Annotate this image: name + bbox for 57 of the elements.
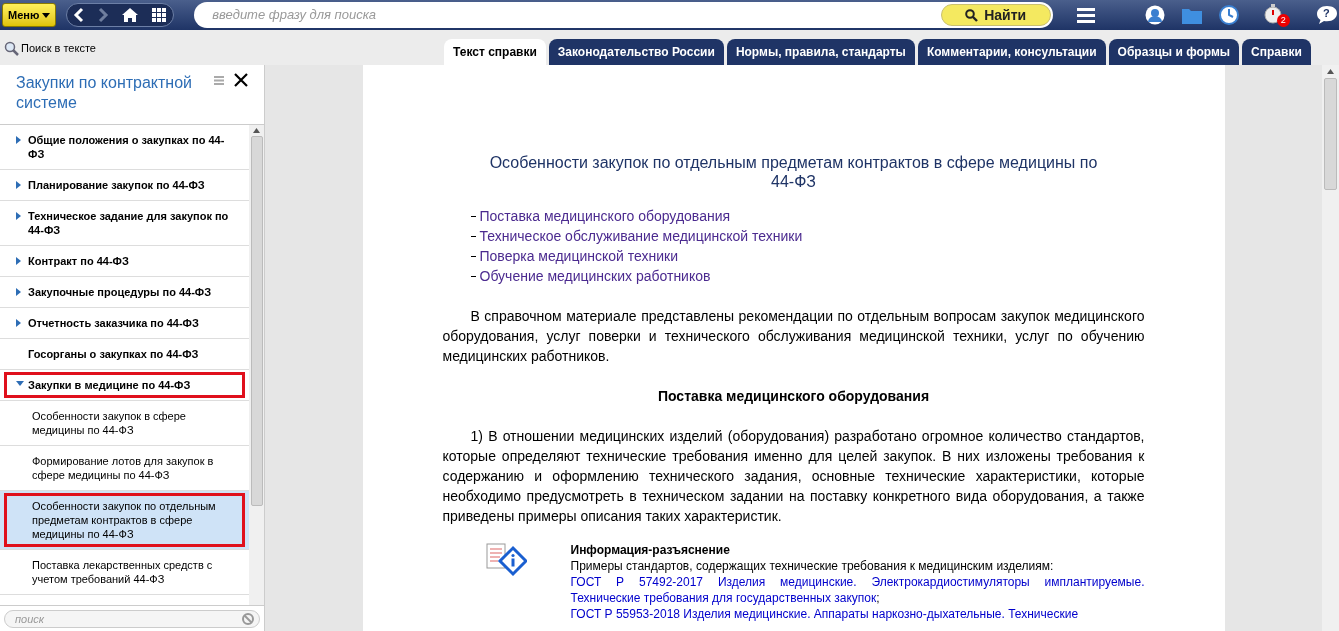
folder-icon[interactable] [1181, 6, 1202, 24]
list-dash [470, 276, 476, 277]
contents-link[interactable]: Техническое обслуживание медицинской техники [479, 226, 803, 246]
contents-link[interactable]: Поверка медицинской техники [479, 246, 678, 266]
tree-item[interactable]: Особенности закупок по отдельным предметам контрактов в сфере медицины по 44-ФЗ [0, 491, 249, 550]
back-icon[interactable] [73, 7, 86, 23]
tab[interactable]: Нормы, правила, стандарты [726, 39, 915, 65]
sidebar-search-field[interactable]: поиск [4, 609, 260, 628]
help-button[interactable]: ? [1315, 5, 1337, 25]
clear-icon[interactable] [242, 612, 254, 625]
tab[interactable]: Текст справки [444, 39, 546, 65]
tab[interactable]: Комментарии, консультации [917, 39, 1106, 65]
standard-link[interactable]: ГОСТ Р 57492-2017 Изделия медицинские. Электрокардиостимуляторы имплантируемые. Технические требования для государственных закупок; [570, 574, 1145, 606]
tab[interactable]: Образцы и формы [1108, 39, 1240, 65]
clock-icon[interactable] [1218, 5, 1239, 25]
expand-caret-icon[interactable] [16, 212, 21, 220]
home-icon[interactable] [121, 7, 140, 23]
body-paragraph: 1) В отношении медицинских изделий (оборудования) разработано огромное количество стандартов, которые определяют технические требования именно для целей закупок. В них изложены требования к содержанию и оформлению технического задания, основные технические характеристики, которые необходимо предусмотреть в техническом задании на поставку конкретного вида оборудования, а также приведены примеры описания таких характеристик. [442, 427, 1145, 526]
standard-link[interactable]: ГОСТ Р 55953-2018 Изделия медицинские. Аппараты наркозно-дыхательные. Технические [570, 606, 1145, 622]
expand-caret-icon[interactable] [16, 181, 21, 189]
user-icon[interactable] [1144, 5, 1165, 25]
expand-caret-icon[interactable] [16, 288, 21, 296]
caret-icon [42, 12, 51, 18]
search-field[interactable]: введите фразу для поиска Найти [194, 2, 1053, 28]
scroll-thumb[interactable] [1324, 78, 1337, 190]
scrollbar[interactable] [1322, 65, 1339, 631]
tab[interactable]: Справки [1242, 39, 1311, 65]
scroll-up-icon[interactable] [253, 128, 260, 133]
expand-caret-icon[interactable] [16, 319, 21, 327]
menu-button[interactable]: Меню [2, 3, 57, 27]
sidebar-title: Закупки по контрактной системе [16, 73, 193, 113]
search-icon [4, 40, 19, 56]
menu-icon[interactable] [1076, 7, 1095, 23]
scrollbar[interactable] [249, 125, 264, 605]
info-document-icon [484, 542, 527, 578]
expand-caret-icon[interactable] [16, 136, 21, 144]
list-dash [470, 256, 476, 257]
info-title: Информация-разъяснение [570, 542, 731, 558]
find-button[interactable]: Найти [940, 4, 1051, 26]
collapse-caret-icon[interactable] [16, 381, 24, 386]
close-icon[interactable] [234, 73, 248, 87]
contents-link[interactable]: Поставка медицинского оборудования [479, 206, 731, 226]
document-title: Особенности закупок по отдельным предметам контрактов в сфере медицины по 44-ФЗ [488, 153, 1099, 191]
expand-caret-icon[interactable] [16, 257, 21, 265]
list-dash [470, 236, 476, 237]
search-icon [965, 8, 979, 22]
info-text: Примеры стандартов, содержащих технические требования к медицинским изделиям: [570, 558, 1055, 574]
scroll-up-icon[interactable] [1327, 69, 1334, 74]
tree-item[interactable]: Закупки в медицине по 44-ФЗ [0, 370, 249, 401]
section-heading: Поставка медицинского оборудования [656, 387, 931, 406]
list-dash [470, 216, 476, 217]
tab[interactable]: Законодательство России [548, 39, 724, 65]
intro-paragraph: В справочном материале представлены рекомендации по отдельным вопросам закупок медицинского оборудования, услуг поверки и технического обслуживания медицинской техники, услуг по обучению медицинских работников. [442, 307, 1145, 366]
contents-link[interactable]: Обучение медицинских работников [479, 266, 711, 286]
text-search-link[interactable]: Поиск в тексте [4, 40, 444, 57]
grid-icon[interactable] [151, 7, 168, 23]
forward-icon[interactable] [97, 7, 110, 23]
